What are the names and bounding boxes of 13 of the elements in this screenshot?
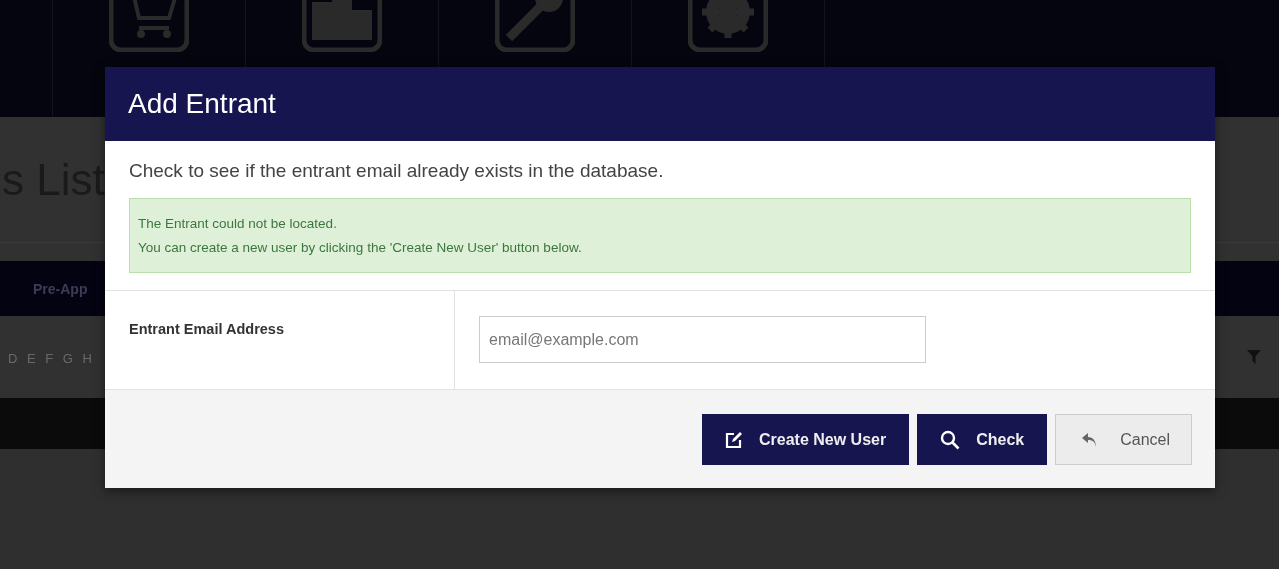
field-label: Entrant Email Address bbox=[129, 321, 284, 337]
alert-message: You can create a new user by clicking the 'Create New User' button below. bbox=[138, 239, 583, 257]
email-field[interactable]: email@example.com bbox=[479, 316, 926, 363]
edit-icon bbox=[725, 430, 743, 449]
filter-icon[interactable] bbox=[1247, 350, 1261, 364]
dialog-title: Add Entrant bbox=[128, 88, 276, 120]
cancel-button[interactable]: Cancel bbox=[1055, 414, 1192, 465]
instruction-text: Check to see if the entrant email already exists in the database. bbox=[129, 160, 665, 182]
check-button[interactable]: Check bbox=[917, 414, 1048, 465]
create-user-button[interactable]: Create New User bbox=[702, 414, 910, 465]
reply-icon bbox=[1082, 432, 1099, 447]
search-icon bbox=[940, 429, 961, 450]
alert-message: The Entrant could not be located. bbox=[138, 215, 338, 233]
